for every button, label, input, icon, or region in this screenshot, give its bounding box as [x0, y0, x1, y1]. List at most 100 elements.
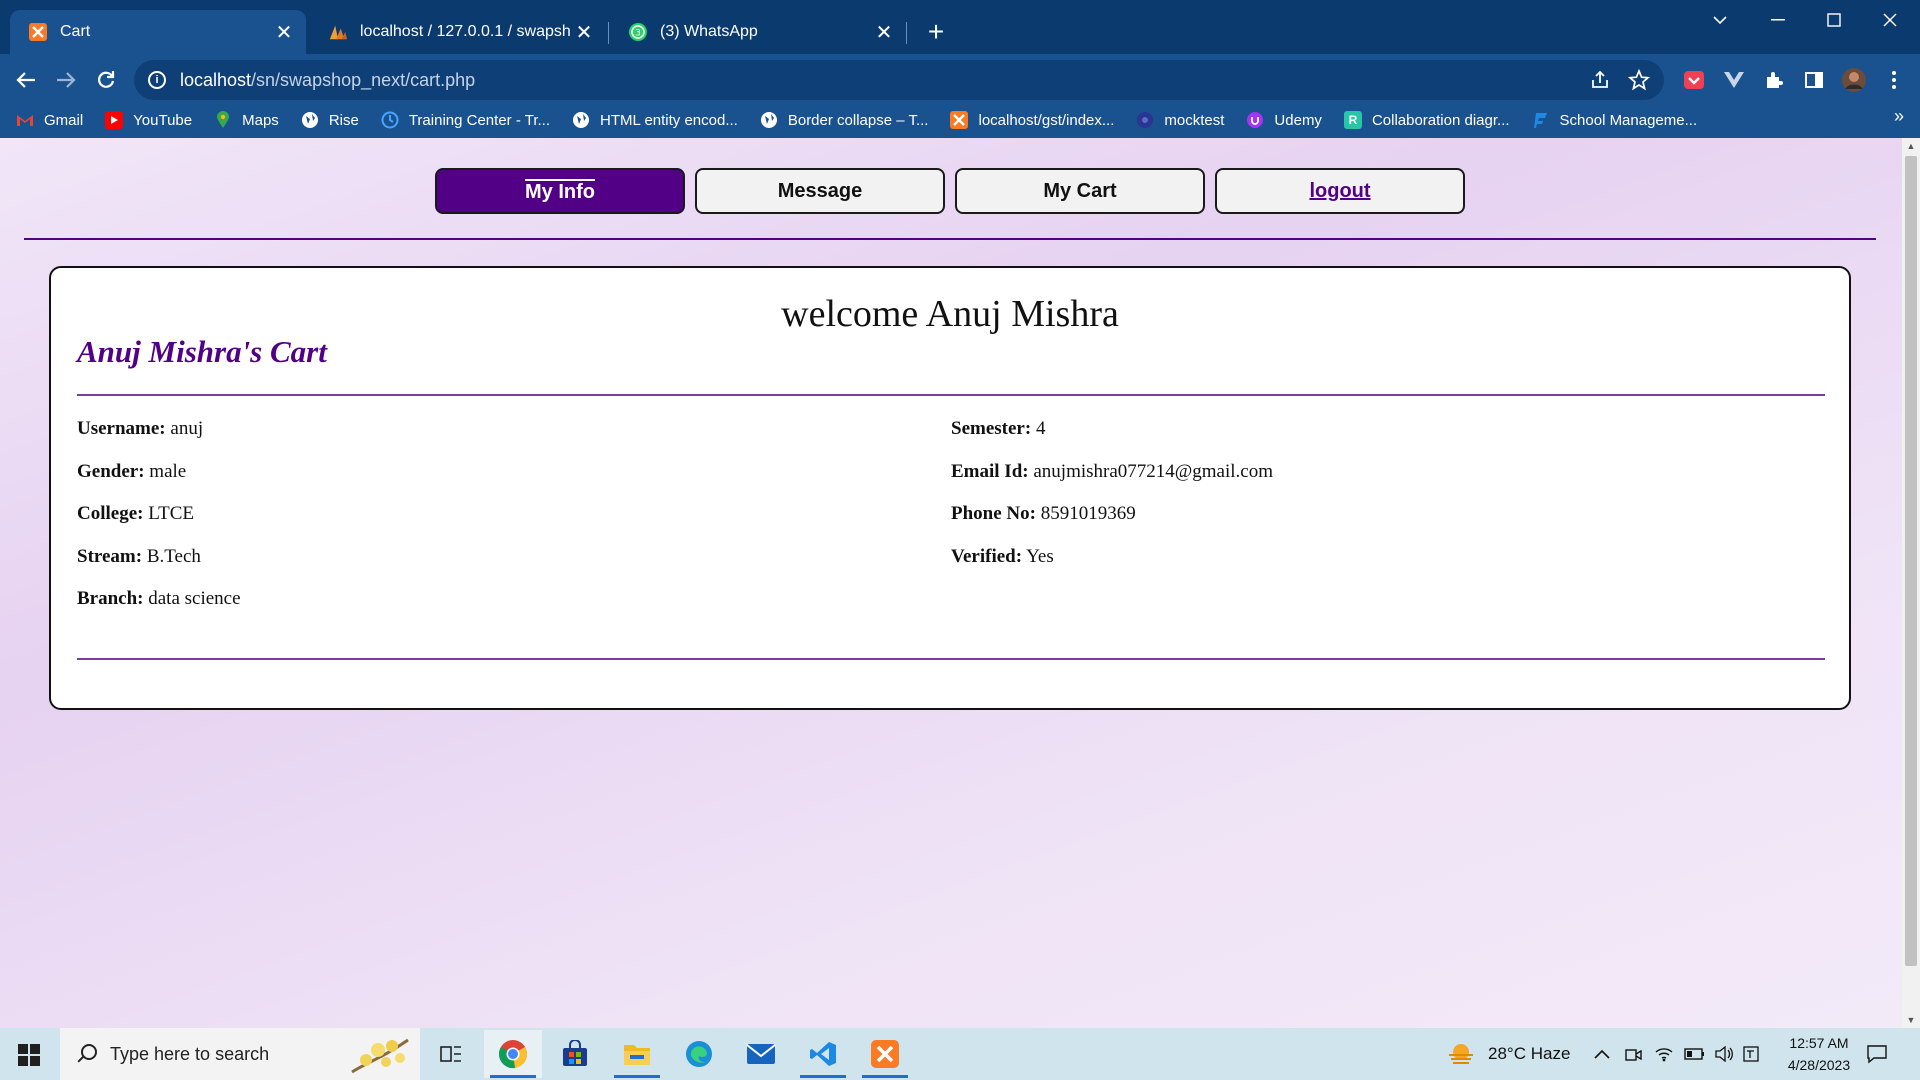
training-icon	[381, 111, 399, 129]
address-bar[interactable]: i localhost/sn/swapshop_next/cart.php	[134, 60, 1664, 100]
bookmark-html-entity[interactable]: HTML entity encod...	[572, 111, 738, 129]
taskbar-search-box[interactable]: Type here to search	[60, 1028, 420, 1080]
scroll-up-arrow-icon[interactable]: ▲	[1902, 138, 1920, 154]
bookmark-rise[interactable]: Rise	[301, 111, 359, 129]
language-icon[interactable]	[1742, 1028, 1762, 1080]
mail-icon[interactable]	[732, 1030, 790, 1078]
page-scrollbar[interactable]: ▲ ▼	[1902, 138, 1920, 1028]
tray-overflow-icon[interactable]	[1594, 1028, 1610, 1080]
youtube-icon	[105, 111, 124, 129]
search-placeholder: Type here to search	[110, 1043, 270, 1064]
bookmark-training-center[interactable]: Training Center - Tr...	[381, 111, 550, 129]
message-button[interactable]: Message	[695, 168, 945, 214]
bookmark-border-collapse[interactable]: Border collapse – T...	[760, 111, 928, 129]
welcome-heading: welcome Anuj Mishra	[781, 293, 1119, 335]
close-icon[interactable]: ✕	[870, 20, 898, 45]
bookmark-localhost-gst[interactable]: localhost/gst/index...	[950, 111, 1114, 129]
new-tab-button[interactable]: +	[920, 16, 952, 48]
chrome-taskbar-icon[interactable]	[484, 1030, 542, 1078]
logout-link[interactable]: logout	[1309, 180, 1370, 203]
tab-whatsapp[interactable]: 3 (3) WhatsApp ✕	[610, 12, 906, 52]
info-row-phone: Phone No: 8591019369	[951, 503, 1136, 524]
tab-title: (3) WhatsApp	[660, 23, 758, 40]
info-row-username: Username: anuj	[77, 418, 204, 439]
info-row-stream: Stream: B.Tech	[77, 545, 201, 567]
user-info-card: welcome Anuj Mishra Anuj Mishra's Cart U…	[49, 266, 1851, 710]
minimize-button[interactable]	[1750, 0, 1806, 40]
bookmark-collaboration[interactable]: R Collaboration diagr...	[1343, 111, 1510, 129]
forward-button[interactable]	[48, 62, 84, 98]
xampp-icon	[28, 22, 48, 42]
xampp-taskbar-icon[interactable]	[856, 1030, 914, 1078]
scrollbar-thumb[interactable]	[1905, 156, 1917, 966]
url-host: localhost	[180, 69, 252, 90]
vscode-icon[interactable]	[794, 1030, 852, 1078]
side-panel-icon[interactable]	[1800, 66, 1828, 94]
extensions-puzzle-icon[interactable]	[1760, 66, 1788, 94]
whatsapp-icon: 3	[628, 22, 648, 42]
windows-start-icon[interactable]	[18, 1044, 40, 1066]
reload-button[interactable]	[88, 62, 124, 98]
meet-now-icon[interactable]	[1624, 1028, 1642, 1080]
tab-cart[interactable]: Cart ✕	[10, 10, 306, 54]
maximize-button[interactable]	[1806, 0, 1862, 40]
tab-phpmyadmin[interactable]: localhost / 127.0.0.1 / swapshop_ ✕	[310, 12, 606, 52]
my-info-button[interactable]: My Info	[435, 168, 685, 214]
back-button[interactable]	[8, 62, 44, 98]
notifications-icon[interactable]	[1866, 1028, 1888, 1080]
windows-taskbar: Type here to search 28°C Haze 12:57 AM 4…	[0, 1028, 1920, 1080]
search-highlight-icon	[348, 1032, 412, 1076]
profile-avatar[interactable]	[1840, 66, 1868, 94]
bookmark-udemy[interactable]: Udemy	[1246, 111, 1322, 129]
pocket-extension-icon[interactable]	[1680, 66, 1708, 94]
share-icon[interactable]	[1590, 60, 1610, 100]
scroll-down-arrow-icon[interactable]: ▼	[1902, 1012, 1920, 1028]
globe-icon	[760, 111, 778, 129]
tab-title: Cart	[60, 23, 91, 40]
page-content: My Info Message My Cart logout welcome A…	[0, 138, 1902, 1028]
info-column-right: Semester: 4 Email Id: anujmishra077214@g…	[951, 418, 1273, 588]
site-info-icon[interactable]: i	[148, 71, 166, 89]
main-nav: My Info Message My Cart logout	[435, 168, 1465, 214]
clock-date: 4/28/2023	[1787, 1057, 1851, 1073]
volume-icon[interactable]	[1714, 1028, 1734, 1080]
chrome-menu-icon[interactable]	[1880, 66, 1908, 94]
info-column-left: Username: anuj Gender: male College: LTC…	[77, 418, 241, 631]
browser-toolbar: i localhost/sn/swapshop_next/cart.php	[0, 54, 1920, 102]
wifi-icon[interactable]	[1654, 1028, 1674, 1080]
close-icon[interactable]: ✕	[270, 20, 298, 45]
bookmark-mocktest[interactable]: mocktest	[1136, 111, 1224, 129]
mocktest-icon	[1136, 111, 1154, 129]
taskbar-clock[interactable]: 12:57 AM 4/28/2023	[1764, 1032, 1874, 1076]
collab-icon: R	[1343, 111, 1362, 129]
school-icon	[1532, 111, 1550, 129]
edge-icon[interactable]	[670, 1030, 728, 1078]
svg-text:3: 3	[635, 29, 641, 39]
weather-widget[interactable]: 28°C Haze	[1446, 1028, 1570, 1080]
microsoft-store-icon[interactable]	[546, 1030, 604, 1078]
bookmark-star-icon[interactable]	[1628, 60, 1650, 100]
file-explorer-icon[interactable]	[608, 1030, 666, 1078]
bookmarks-overflow-icon[interactable]: »	[1894, 106, 1904, 127]
bookmark-school-management[interactable]: School Manageme...	[1532, 111, 1697, 129]
bookmark-maps[interactable]: Maps	[214, 111, 279, 129]
weather-text: 28°C Haze	[1488, 1044, 1571, 1063]
divider	[77, 394, 1825, 396]
phpmyadmin-icon	[328, 22, 348, 42]
info-row-verified: Verified: Yes	[951, 545, 1054, 567]
my-cart-button[interactable]: My Cart	[955, 168, 1205, 214]
haze-icon	[1449, 1044, 1473, 1064]
bookmark-gmail[interactable]: Gmail	[16, 111, 83, 129]
info-row-branch: Branch: data science	[77, 588, 241, 609]
divider	[77, 658, 1825, 660]
close-window-button[interactable]	[1862, 0, 1918, 40]
task-view-icon[interactable]	[422, 1030, 480, 1078]
battery-icon[interactable]	[1684, 1028, 1706, 1080]
vue-extension-icon[interactable]	[1720, 66, 1748, 94]
tab-search-icon[interactable]	[1692, 0, 1748, 40]
clock-time: 12:57 AM	[1789, 1035, 1849, 1051]
bookmark-youtube[interactable]: YouTube	[105, 111, 192, 129]
logout-button[interactable]: logout	[1215, 168, 1465, 214]
close-icon[interactable]: ✕	[570, 20, 598, 45]
bookmarks-bar: Gmail YouTube Maps Rise Training Center …	[0, 102, 1920, 138]
